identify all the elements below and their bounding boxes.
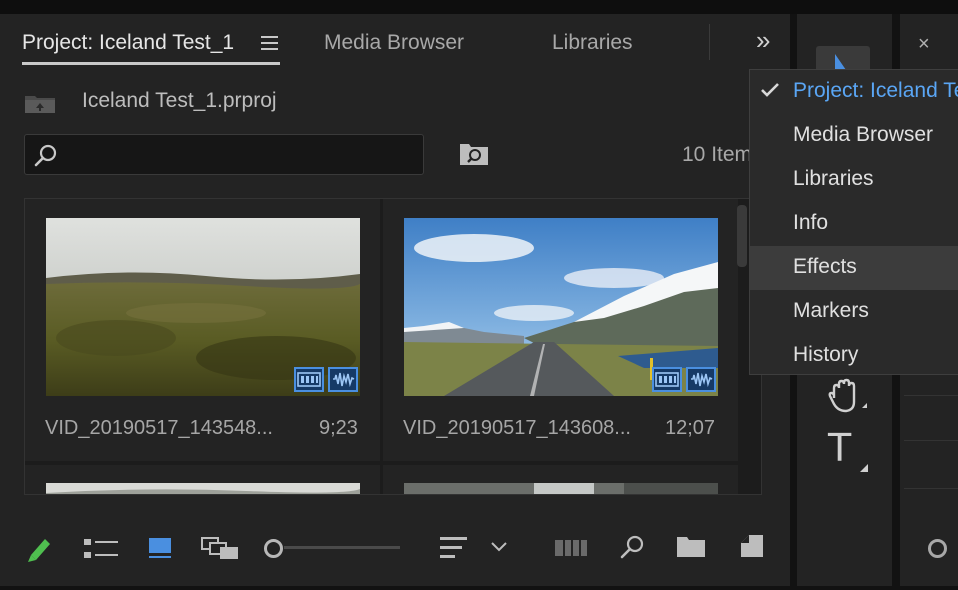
media-grid: VID_20190517_143548... 9;23 VID_20190517…: [24, 198, 762, 495]
tab-divider: [709, 24, 710, 60]
divider: [904, 440, 958, 441]
clip-cell[interactable]: VID_20190517_143608... 12;07: [383, 199, 738, 461]
clip-thumbnail[interactable]: [404, 483, 718, 495]
clip-name: VID_20190517_143608...: [403, 417, 631, 439]
video-badge-icon: [294, 367, 324, 392]
selection-tool-button[interactable]: [816, 46, 870, 70]
audio-badge-icon: [328, 367, 358, 392]
grid-scrollbar[interactable]: [737, 205, 747, 267]
clip-thumbnail[interactable]: [46, 483, 360, 495]
menu-item-project[interactable]: Project: Iceland Test_1: [750, 70, 958, 114]
checkmark-icon: [761, 83, 779, 97]
icon-view-icon[interactable]: [148, 536, 172, 560]
zoom-slider-handle[interactable]: [264, 539, 283, 558]
top-strip: [0, 0, 958, 14]
menu-item-libraries[interactable]: Libraries: [750, 158, 958, 202]
overflow-tabs-button[interactable]: »: [756, 27, 771, 53]
active-tab-indicator: [22, 62, 280, 65]
pencil-icon[interactable]: [25, 533, 55, 563]
divider: [904, 395, 958, 396]
close-icon[interactable]: ×: [918, 33, 930, 56]
clip-duration: 9;23: [319, 417, 358, 439]
clip-cell[interactable]: [25, 465, 380, 495]
panel-tabs-menu: Project: Iceland Test_1 Media Browser Li…: [749, 69, 958, 375]
new-bin-icon[interactable]: [677, 535, 705, 557]
clip-name: VID_20190517_143548...: [45, 417, 273, 439]
audio-badge-icon: [686, 367, 716, 392]
divider: [904, 488, 958, 489]
menu-item-markers[interactable]: Markers: [750, 290, 958, 334]
tab-project[interactable]: Project: Iceland Test_1: [22, 28, 234, 58]
sort-icon[interactable]: [440, 536, 468, 560]
search-input[interactable]: [65, 143, 405, 167]
tab-media-browser[interactable]: Media Browser: [324, 28, 464, 58]
search-field[interactable]: [24, 134, 424, 175]
search-icon: [34, 144, 57, 167]
tab-libraries[interactable]: Libraries: [552, 28, 633, 58]
menu-item-effects[interactable]: Effects: [750, 246, 958, 290]
menu-item-info[interactable]: Info: [750, 202, 958, 246]
tool-flyout-indicator: [860, 464, 868, 472]
freeform-view-icon[interactable]: [200, 535, 240, 561]
clip-duration: 12;07: [665, 417, 716, 439]
type-tool-icon: T: [828, 426, 852, 470]
clip-cell[interactable]: VID_20190517_143548... 9;23: [25, 199, 380, 461]
list-view-icon[interactable]: [84, 538, 118, 560]
new-item-icon[interactable]: [740, 534, 764, 558]
zoom-slider-track[interactable]: [284, 546, 400, 549]
clip-cell[interactable]: [383, 465, 738, 495]
find-icon[interactable]: [618, 533, 646, 561]
menu-item-label: Libraries: [793, 167, 874, 190]
menu-item-label: Effects: [793, 255, 857, 278]
project-bin-icon: [25, 96, 55, 113]
chevron-down-icon[interactable]: [490, 541, 508, 553]
hand-tool-icon[interactable]: [826, 378, 868, 418]
project-file-name: Iceland Test_1.prproj: [82, 89, 277, 112]
playhead-handle[interactable]: [928, 539, 947, 558]
automate-to-sequence-icon[interactable]: [555, 538, 587, 558]
menu-item-label: Project: Iceland Test_1: [793, 79, 958, 102]
video-badge-icon: [652, 367, 682, 392]
new-search-bin-icon[interactable]: [459, 141, 489, 167]
type-tool-button[interactable]: T: [828, 428, 868, 472]
menu-item-label: Info: [793, 211, 829, 234]
menu-item-media-browser[interactable]: Media Browser: [750, 114, 958, 158]
menu-item-label: Media Browser: [793, 123, 934, 146]
selection-tool-icon: [835, 54, 846, 70]
panel-menu-icon[interactable]: [261, 36, 278, 50]
menu-item-label: History: [793, 343, 859, 366]
menu-item-history[interactable]: History: [750, 334, 958, 378]
menu-item-label: Markers: [793, 299, 869, 322]
